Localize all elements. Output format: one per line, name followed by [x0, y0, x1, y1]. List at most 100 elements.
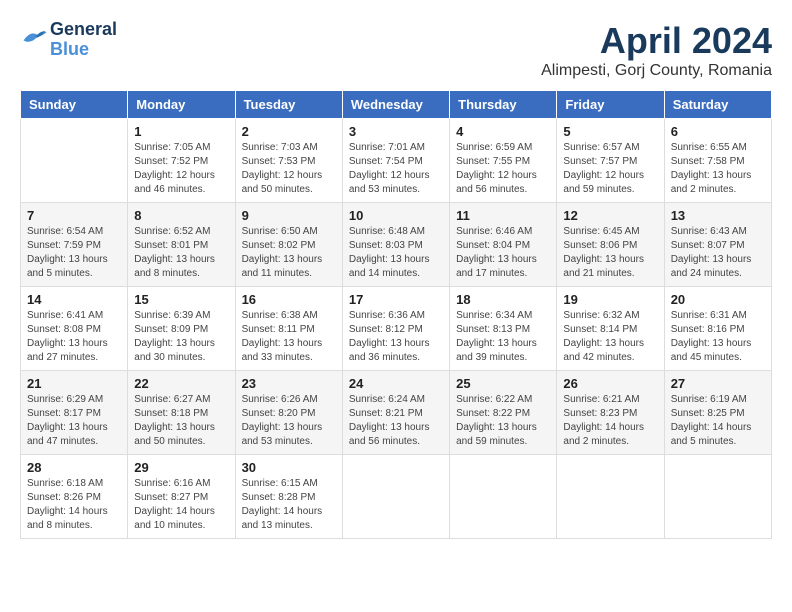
calendar-cell: 13 Sunrise: 6:43 AMSunset: 8:07 PMDayligh… [664, 203, 771, 287]
cell-sun-info: Sunrise: 6:24 AMSunset: 8:21 PMDaylight:… [349, 393, 443, 449]
cell-sun-info: Sunrise: 7:01 AMSunset: 7:54 PMDaylight:… [349, 141, 443, 197]
cell-sun-info: Sunrise: 6:50 AMSunset: 8:02 PMDaylight:… [242, 225, 336, 281]
day-number: 10 [349, 208, 443, 223]
day-number: 4 [456, 124, 550, 139]
calendar-cell: 20 Sunrise: 6:31 AMSunset: 8:16 PMDayligh… [664, 287, 771, 371]
day-number: 27 [671, 376, 765, 391]
calendar-cell: 5 Sunrise: 6:57 AMSunset: 7:57 PMDaylight… [557, 119, 664, 203]
calendar-cell: 28Sunrise: 6:18 AMSunset: 8:26 PMDayligh… [21, 455, 128, 539]
day-number: 19 [563, 292, 657, 307]
day-number: 16 [242, 292, 336, 307]
cell-sun-info: Sunrise: 6:18 AMSunset: 8:26 PMDaylight:… [27, 477, 121, 533]
day-number: 17 [349, 292, 443, 307]
calendar-cell: 22 Sunrise: 6:27 AMSunset: 8:18 PMDayligh… [128, 371, 235, 455]
cell-sun-info: Sunrise: 6:19 AMSunset: 8:25 PMDaylight:… [671, 393, 765, 449]
day-number: 18 [456, 292, 550, 307]
calendar-cell: 2 Sunrise: 7:03 AMSunset: 7:53 PMDaylight… [235, 119, 342, 203]
cell-sun-info: Sunrise: 6:31 AMSunset: 8:16 PMDaylight:… [671, 309, 765, 365]
calendar-cell: 1 Sunrise: 7:05 AMSunset: 7:52 PMDaylight… [128, 119, 235, 203]
calendar-cell: 3 Sunrise: 7:01 AMSunset: 7:54 PMDaylight… [342, 119, 449, 203]
calendar-cell [557, 455, 664, 539]
weekday-header-monday: Monday [128, 91, 235, 119]
day-number: 22 [134, 376, 228, 391]
cell-sun-info: Sunrise: 6:27 AMSunset: 8:18 PMDaylight:… [134, 393, 228, 449]
cell-sun-info: Sunrise: 7:03 AMSunset: 7:53 PMDaylight:… [242, 141, 336, 197]
calendar-cell: 4 Sunrise: 6:59 AMSunset: 7:55 PMDaylight… [450, 119, 557, 203]
day-number: 7 [27, 208, 121, 223]
cell-sun-info: Sunrise: 6:16 AMSunset: 8:27 PMDaylight:… [134, 477, 228, 533]
cell-sun-info: Sunrise: 6:36 AMSunset: 8:12 PMDaylight:… [349, 309, 443, 365]
day-number: 5 [563, 124, 657, 139]
logo-general: General [50, 20, 117, 40]
cell-sun-info: Sunrise: 6:26 AMSunset: 8:20 PMDaylight:… [242, 393, 336, 449]
day-number: 30 [242, 460, 336, 475]
calendar-cell: 24 Sunrise: 6:24 AMSunset: 8:21 PMDayligh… [342, 371, 449, 455]
calendar-cell: 21 Sunrise: 6:29 AMSunset: 8:17 PMDayligh… [21, 371, 128, 455]
cell-sun-info: Sunrise: 6:43 AMSunset: 8:07 PMDaylight:… [671, 225, 765, 281]
cell-sun-info: Sunrise: 6:52 AMSunset: 8:01 PMDaylight:… [134, 225, 228, 281]
weekday-header-tuesday: Tuesday [235, 91, 342, 119]
day-number: 13 [671, 208, 765, 223]
weekday-header-sunday: Sunday [21, 91, 128, 119]
calendar-cell: 8 Sunrise: 6:52 AMSunset: 8:01 PMDaylight… [128, 203, 235, 287]
cell-sun-info: Sunrise: 6:48 AMSunset: 8:03 PMDaylight:… [349, 225, 443, 281]
cell-sun-info: Sunrise: 6:46 AMSunset: 8:04 PMDaylight:… [456, 225, 550, 281]
page-title: April 2024 [541, 20, 772, 62]
cell-sun-info: Sunrise: 6:55 AMSunset: 7:58 PMDaylight:… [671, 141, 765, 197]
calendar-cell: 19 Sunrise: 6:32 AMSunset: 8:14 PMDayligh… [557, 287, 664, 371]
cell-sun-info: Sunrise: 7:05 AMSunset: 7:52 PMDaylight:… [134, 141, 228, 197]
cell-sun-info: Sunrise: 6:29 AMSunset: 8:17 PMDaylight:… [27, 393, 121, 449]
day-number: 11 [456, 208, 550, 223]
location-subtitle: Alimpesti, Gorj County, Romania [541, 62, 772, 80]
cell-sun-info: Sunrise: 6:45 AMSunset: 8:06 PMDaylight:… [563, 225, 657, 281]
day-number: 29 [134, 460, 228, 475]
calendar-cell: 18Sunrise: 6:34 AMSunset: 8:13 PMDayligh… [450, 287, 557, 371]
cell-sun-info: Sunrise: 6:57 AMSunset: 7:57 PMDaylight:… [563, 141, 657, 197]
calendar-cell: 26 Sunrise: 6:21 AMSunset: 8:23 PMDayligh… [557, 371, 664, 455]
calendar-table: SundayMondayTuesdayWednesdayThursdayFrid… [20, 90, 772, 539]
calendar-cell: 12Sunrise: 6:45 AMSunset: 8:06 PMDayligh… [557, 203, 664, 287]
cell-sun-info: Sunrise: 6:59 AMSunset: 7:55 PMDaylight:… [456, 141, 550, 197]
day-number: 1 [134, 124, 228, 139]
calendar-cell: 23 Sunrise: 6:26 AMSunset: 8:20 PMDayligh… [235, 371, 342, 455]
day-number: 9 [242, 208, 336, 223]
weekday-header-thursday: Thursday [450, 91, 557, 119]
calendar-cell [21, 119, 128, 203]
day-number: 25 [456, 376, 550, 391]
cell-sun-info: Sunrise: 6:39 AMSunset: 8:09 PMDaylight:… [134, 309, 228, 365]
calendar-cell: 9 Sunrise: 6:50 AMSunset: 8:02 PMDaylight… [235, 203, 342, 287]
weekday-header-wednesday: Wednesday [342, 91, 449, 119]
calendar-cell: 11 Sunrise: 6:46 AMSunset: 8:04 PMDayligh… [450, 203, 557, 287]
calendar-cell: 27 Sunrise: 6:19 AMSunset: 8:25 PMDayligh… [664, 371, 771, 455]
calendar-cell: 29 Sunrise: 6:16 AMSunset: 8:27 PMDayligh… [128, 455, 235, 539]
calendar-cell: 7 Sunrise: 6:54 AMSunset: 7:59 PMDaylight… [21, 203, 128, 287]
cell-sun-info: Sunrise: 6:41 AMSunset: 8:08 PMDaylight:… [27, 309, 121, 365]
calendar-cell: 15 Sunrise: 6:39 AMSunset: 8:09 PMDayligh… [128, 287, 235, 371]
day-number: 8 [134, 208, 228, 223]
day-number: 21 [27, 376, 121, 391]
calendar-cell: 30 Sunrise: 6:15 AMSunset: 8:28 PMDayligh… [235, 455, 342, 539]
weekday-header-saturday: Saturday [664, 91, 771, 119]
day-number: 26 [563, 376, 657, 391]
calendar-cell: 25 Sunrise: 6:22 AMSunset: 8:22 PMDayligh… [450, 371, 557, 455]
day-number: 15 [134, 292, 228, 307]
calendar-cell: 17 Sunrise: 6:36 AMSunset: 8:12 PMDayligh… [342, 287, 449, 371]
logo: General Blue [20, 20, 117, 60]
cell-sun-info: Sunrise: 6:32 AMSunset: 8:14 PMDaylight:… [563, 309, 657, 365]
cell-sun-info: Sunrise: 6:15 AMSunset: 8:28 PMDaylight:… [242, 477, 336, 533]
cell-sun-info: Sunrise: 6:22 AMSunset: 8:22 PMDaylight:… [456, 393, 550, 449]
calendar-cell [342, 455, 449, 539]
calendar-cell: 14Sunrise: 6:41 AMSunset: 8:08 PMDayligh… [21, 287, 128, 371]
day-number: 23 [242, 376, 336, 391]
calendar-cell: 10 Sunrise: 6:48 AMSunset: 8:03 PMDayligh… [342, 203, 449, 287]
day-number: 3 [349, 124, 443, 139]
day-number: 20 [671, 292, 765, 307]
weekday-header-friday: Friday [557, 91, 664, 119]
cell-sun-info: Sunrise: 6:38 AMSunset: 8:11 PMDaylight:… [242, 309, 336, 365]
calendar-cell: 16 Sunrise: 6:38 AMSunset: 8:11 PMDayligh… [235, 287, 342, 371]
cell-sun-info: Sunrise: 6:21 AMSunset: 8:23 PMDaylight:… [563, 393, 657, 449]
logo-blue: Blue [50, 40, 117, 60]
cell-sun-info: Sunrise: 6:54 AMSunset: 7:59 PMDaylight:… [27, 225, 121, 281]
day-number: 2 [242, 124, 336, 139]
day-number: 24 [349, 376, 443, 391]
